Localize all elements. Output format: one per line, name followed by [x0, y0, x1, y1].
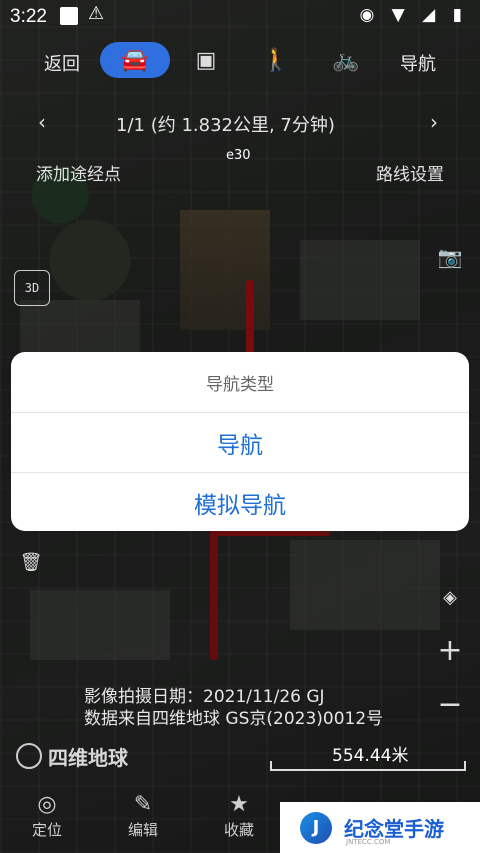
bike-icon: 🚲 — [332, 47, 360, 73]
tab-edit[interactable]: ✎ 编辑 — [108, 785, 178, 853]
bus-mode-button[interactable]: ▣ — [188, 42, 224, 78]
chevron-right-icon[interactable]: › — [430, 110, 438, 134]
back-button[interactable]: 返回 — [44, 50, 80, 76]
status-icons: ◉ ▼ ◢ ▮ — [359, 5, 468, 25]
trash-icon[interactable]: 🗑 — [14, 545, 48, 579]
tab-favorites-label: 收藏 — [223, 821, 254, 839]
route-settings-button[interactable]: 路线设置 — [376, 160, 444, 185]
imagery-credits: 影像拍摄日期：2021/11/26 GJ 数据来自四维地球 GS京(2023)0… — [84, 686, 383, 730]
route-summary: 1/1 (约 1.832公里, 7分钟) — [116, 111, 335, 137]
dialog-title: 导航类型 — [11, 352, 469, 413]
walk-mode-button[interactable]: 🚶 — [258, 42, 294, 78]
walk-icon: 🚶 — [262, 47, 290, 73]
zoom-out-button[interactable]: − — [433, 687, 467, 722]
map-label: e30 — [226, 148, 251, 163]
route-distance-time: (约 1.832公里, 7分钟) — [150, 115, 335, 136]
notification-icon — [60, 7, 78, 25]
tab-locate-label: 定位 — [31, 821, 62, 839]
bike-mode-button[interactable]: 🚲 — [328, 42, 364, 78]
car-icon: 🚘 — [121, 47, 149, 73]
bus-icon: ▣ — [195, 47, 217, 73]
add-waypoint-button[interactable]: 添加途经点 — [36, 160, 121, 185]
camera-icon[interactable]: 📷 — [433, 240, 467, 274]
top-nav: 返回 🚘 ▣ 🚶 🚲 导航 — [0, 42, 480, 80]
car-mode-button[interactable]: 🚘 — [100, 42, 170, 78]
route-info: ‹ 1/1 (约 1.832公里, 7分钟) › — [0, 108, 480, 138]
warning-icon: ⚠ — [88, 3, 105, 24]
brand-name: 四维地球 — [48, 746, 128, 770]
navigate-button[interactable]: 导航 — [400, 50, 436, 76]
locate-icon: ◎ — [37, 792, 57, 817]
navigate-option[interactable]: 导航 — [11, 413, 469, 472]
star-icon: ★ — [229, 792, 249, 817]
watermark-subtext: JNTECC.COM — [346, 838, 391, 846]
status-bar: 3:22 ⚠ ◉ ▼ ◢ ▮ — [0, 0, 480, 34]
capture-date: 影像拍摄日期：2021/11/26 GJ — [84, 687, 325, 707]
globe-icon — [16, 743, 42, 769]
zoom-in-button[interactable]: + — [433, 633, 467, 668]
brand-logo: 四维地球 — [16, 742, 128, 771]
navigation-type-dialog: 导航类型 导航 模拟导航 — [11, 352, 469, 531]
scale-bar — [270, 761, 466, 771]
status-time: 3:22 — [10, 6, 47, 27]
layers-icon[interactable]: ◈ — [433, 580, 467, 614]
watermark-logo-icon: J — [300, 811, 332, 844]
route-page: 1/1 — [116, 115, 145, 136]
tab-locate[interactable]: ◎ 定位 — [12, 785, 82, 853]
edit-icon: ✎ — [133, 792, 153, 817]
simulate-navigation-option[interactable]: 模拟导航 — [11, 472, 469, 531]
tab-favorites[interactable]: ★ 收藏 — [204, 785, 274, 853]
data-source: 数据来自四维地球 GS京(2023)0012号 — [84, 709, 384, 729]
tab-edit-label: 编辑 — [127, 821, 158, 839]
chevron-left-icon[interactable]: ‹ — [38, 110, 46, 134]
3d-toggle-button[interactable]: 3D — [14, 270, 50, 306]
watermark: J 纪念堂手游 JNTECC.COM — [280, 802, 480, 853]
